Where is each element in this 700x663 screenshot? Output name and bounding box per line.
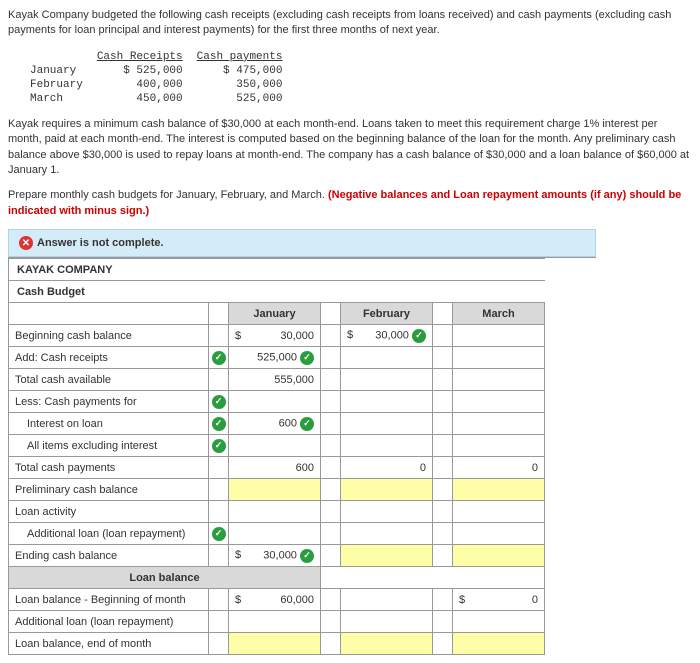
budget-title: Cash Budget bbox=[9, 281, 321, 303]
row-all-items: All items excluding interest bbox=[9, 435, 209, 457]
check-icon: ✓ bbox=[412, 329, 426, 343]
row-cash-receipts: Add: Cash receipts bbox=[9, 347, 209, 369]
intro-paragraph-2: Kayak requires a minimum cash balance of… bbox=[8, 117, 692, 179]
cash-budget-table: KAYAK COMPANY Cash Budget January Februa… bbox=[8, 258, 545, 655]
row-additional-loan: Additional loan (loan repayment) bbox=[9, 523, 209, 545]
row-beginning-balance: Beginning cash balance bbox=[9, 325, 209, 347]
row-total-payments: Total cash payments bbox=[9, 457, 209, 479]
row-loan-activity: Loan activity bbox=[9, 501, 209, 523]
row-loan-additional: Additional loan (loan repayment) bbox=[9, 611, 209, 633]
receipts-payments-table: Cash ReceiptsCash payments January$ 525,… bbox=[28, 49, 296, 107]
row-ending-balance: Ending cash balance bbox=[9, 545, 209, 567]
company-name: KAYAK COMPANY bbox=[9, 259, 321, 281]
x-icon: ✕ bbox=[19, 236, 33, 250]
row-loan-end: Loan balance, end of month bbox=[9, 633, 209, 655]
col-march: March bbox=[453, 303, 545, 325]
check-icon: ✓ bbox=[212, 439, 226, 453]
check-icon: ✓ bbox=[300, 417, 314, 431]
answer-banner: ✕ Answer is not complete. bbox=[8, 229, 596, 257]
row-less-payments: Less: Cash payments for bbox=[9, 391, 209, 413]
check-icon: ✓ bbox=[300, 351, 314, 365]
check-icon: ✓ bbox=[212, 351, 226, 365]
check-icon: ✓ bbox=[212, 417, 226, 431]
row-loan-beginning: Loan balance - Beginning of month bbox=[9, 589, 209, 611]
check-icon: ✓ bbox=[212, 527, 226, 541]
row-preliminary: Preliminary cash balance bbox=[9, 479, 209, 501]
row-total-available: Total cash available bbox=[9, 369, 209, 391]
check-icon: ✓ bbox=[300, 549, 314, 563]
loan-balance-header: Loan balance bbox=[9, 567, 321, 589]
col-february: February bbox=[341, 303, 433, 325]
intro-paragraph-1: Kayak Company budgeted the following cas… bbox=[8, 8, 692, 39]
col-january: January bbox=[229, 303, 321, 325]
instruction-text: Prepare monthly cash budgets for January… bbox=[8, 188, 692, 219]
row-interest: Interest on loan bbox=[9, 413, 209, 435]
check-icon: ✓ bbox=[212, 395, 226, 409]
